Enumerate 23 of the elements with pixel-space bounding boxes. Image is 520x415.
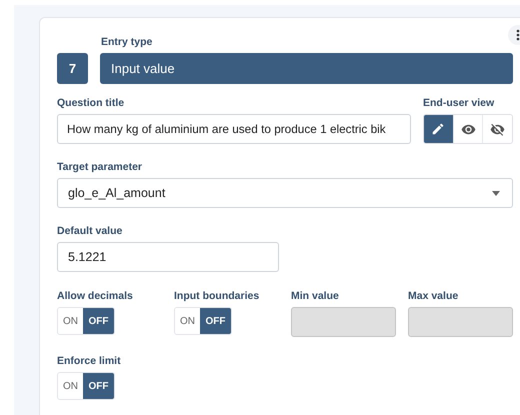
off-option[interactable]: OFF bbox=[83, 308, 114, 334]
view-mode-button[interactable] bbox=[424, 115, 453, 143]
field-label: Min value bbox=[291, 290, 340, 302]
pencil-icon bbox=[431, 122, 446, 136]
field-label: Entry type bbox=[101, 36, 154, 48]
off-option[interactable]: OFF bbox=[83, 373, 114, 399]
target-parameter-select[interactable]: glo_e_Al_amount bbox=[57, 178, 513, 208]
field-label: Default value bbox=[57, 225, 124, 237]
field-label: Target parameter bbox=[57, 161, 144, 173]
caret-icon bbox=[492, 190, 500, 196]
field-label: Enforce limit bbox=[57, 355, 122, 367]
field-label: End-user view bbox=[423, 97, 496, 109]
field-label: Question title bbox=[57, 97, 126, 109]
field-label: Max value bbox=[408, 290, 460, 302]
off-option[interactable]: OFF bbox=[200, 308, 231, 334]
view-mode-button[interactable] bbox=[482, 115, 512, 143]
field-label: Input boundaries bbox=[174, 290, 260, 302]
default-value-field[interactable]: 5.1221 bbox=[57, 242, 279, 272]
question-number: 7 bbox=[57, 53, 88, 84]
eye-off-icon bbox=[490, 122, 506, 136]
field-label: Allow decimals bbox=[57, 290, 134, 302]
entry-type-select[interactable]: Input value bbox=[100, 53, 513, 84]
question-title-field[interactable]: How many kg of aluminium are used to produce 1 electric bik bbox=[57, 114, 411, 144]
